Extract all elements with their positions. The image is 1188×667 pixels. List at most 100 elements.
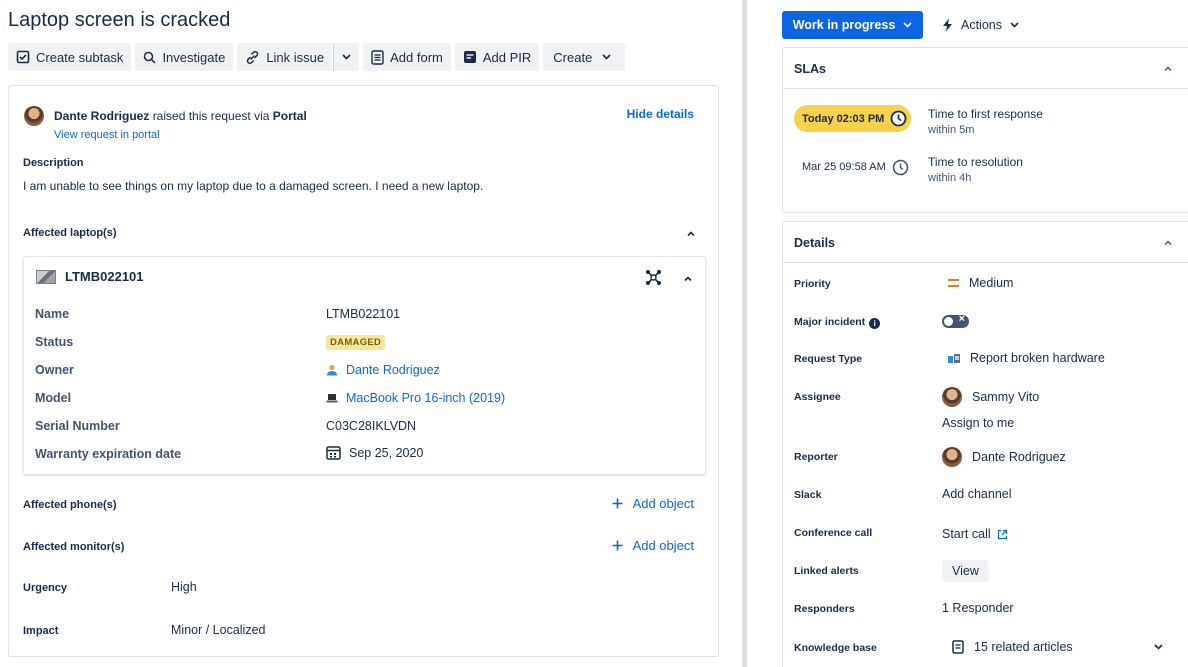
add-monitor-object-button[interactable]: Add object [612, 538, 694, 553]
add-slack-channel-link[interactable]: Add channel [942, 487, 1012, 501]
subtask-icon [16, 50, 30, 64]
reporter-name[interactable]: Dante Rodriguez [54, 109, 149, 123]
start-call-link[interactable]: Start call [942, 527, 1008, 541]
pir-icon [463, 51, 476, 63]
issue-title[interactable]: Laptop screen is cracked [8, 9, 230, 32]
affected-phones-label: Affected phone(s) [23, 499, 117, 511]
actions-button[interactable]: Actions [942, 11, 1019, 39]
add-pir-button[interactable]: Add PIR [454, 43, 540, 71]
add-object-label: Add object [632, 538, 694, 553]
create-label: Create [553, 49, 593, 65]
request-type-value[interactable]: Report broken hardware [948, 351, 1105, 365]
sla-first-response: Time to first response within 5m [928, 106, 1043, 138]
sla-resolution: Time to resolution within 4h [928, 154, 1023, 186]
sla-time-badge: Mar 25 09:58 AM [802, 155, 909, 179]
plus-icon [612, 540, 623, 551]
major-incident-toggle[interactable] [942, 313, 969, 328]
link-issue-button[interactable]: Link issue [237, 43, 333, 71]
attr-value-serial: C03C28IKLVDN [326, 419, 417, 433]
user-icon [327, 364, 337, 376]
status-badge: DAMAGED [326, 335, 386, 350]
investigate-label: Investigate [162, 49, 226, 65]
knowledge-base-value[interactable]: 15 related articles [952, 640, 1073, 654]
chevron-up-icon[interactable] [683, 274, 693, 284]
assignee-value[interactable]: Sammy Vito [942, 387, 1039, 407]
major-incident-label: Major incident i [794, 316, 881, 329]
description-label: Description [23, 157, 84, 169]
attr-value-model[interactable]: MacBook Pro 16-inch (2019) [326, 391, 505, 405]
clock-icon [892, 159, 909, 175]
graph-view-icon[interactable] [645, 269, 662, 286]
info-icon[interactable]: i [869, 318, 881, 329]
add-form-label: Add form [390, 49, 443, 65]
chevron-up-icon[interactable] [1163, 238, 1173, 248]
hide-details-link[interactable]: Hide details [627, 107, 694, 121]
avatar [942, 447, 962, 467]
add-form-button[interactable]: Add form [363, 43, 451, 71]
request-details-card: Dante Rodriguez raised this request via … [8, 85, 719, 657]
avatar[interactable] [24, 106, 44, 126]
asset-header[interactable]: LTMB022101 [36, 269, 144, 284]
create-subtask-button[interactable]: Create subtask [8, 43, 132, 71]
add-phone-object-button[interactable]: Add object [612, 496, 694, 511]
chevron-down-icon[interactable] [1154, 644, 1163, 650]
sla-name-text: Time to first response [928, 107, 1043, 121]
impact-value[interactable]: Minor / Localized [171, 623, 266, 637]
warranty-date: Sep 25, 2020 [349, 445, 424, 460]
investigate-button[interactable]: Investigate [135, 43, 234, 71]
chevron-down-icon [342, 54, 351, 60]
divider [783, 88, 1188, 89]
assign-to-me-link[interactable]: Assign to me [942, 416, 1014, 430]
description-text[interactable]: I am unable to see things on my laptop d… [23, 179, 483, 193]
request-type-label: Request Type [794, 353, 863, 365]
add-pir-label: Add PIR [482, 49, 532, 65]
request-type-text: Report broken hardware [970, 351, 1105, 365]
reporter-row: Dante Rodriguez raised this request via … [24, 106, 307, 126]
link-icon [247, 50, 259, 64]
pane-resize-divider[interactable] [742, 0, 747, 667]
chevron-up-icon[interactable] [1163, 64, 1173, 74]
linked-alerts-label: Linked alerts [794, 565, 859, 577]
link-issue-dropdown[interactable] [333, 43, 360, 71]
status-transition-button[interactable]: Work in progress [782, 11, 923, 39]
priority-value[interactable]: Medium [948, 276, 1013, 290]
conference-call-label: Conference call [794, 527, 873, 539]
reporter-value[interactable]: Dante Rodriguez [942, 447, 1066, 467]
owner-link[interactable]: Dante Rodriguez [346, 363, 440, 377]
view-in-portal-link[interactable]: View request in portal [54, 129, 160, 141]
external-link-icon [997, 529, 1007, 539]
chevron-down-icon [1010, 22, 1019, 28]
urgency-value[interactable]: High [171, 580, 197, 594]
attr-value-owner[interactable]: Dante Rodriguez [326, 363, 440, 377]
view-alerts-button[interactable]: View [942, 560, 989, 582]
priority-text: Medium [969, 276, 1014, 290]
responders-label: Responders [794, 603, 855, 615]
chevron-up-icon[interactable] [686, 229, 696, 239]
status-label: Work in progress [792, 18, 896, 32]
details-title[interactable]: Details [794, 236, 835, 250]
attr-label-status: Status [35, 335, 74, 349]
raised-text: raised this request via [152, 109, 270, 123]
divider [783, 262, 1188, 263]
sla-time: Today 02:03 PM [802, 112, 885, 125]
actions-label: Actions [961, 18, 1002, 32]
slack-label: Slack [794, 489, 822, 501]
model-link[interactable]: MacBook Pro 16-inch (2019) [346, 391, 505, 405]
channel-name: Portal [272, 109, 307, 123]
attr-label-model: Model [35, 391, 72, 405]
knowledge-base-label: Knowledge base [794, 642, 877, 654]
asset-id: LTMB022101 [65, 269, 144, 284]
asset-card: LTMB022101 Name LTMB022101 Status DAMAGE… [23, 256, 706, 475]
sla-time: Mar 25 09:58 AM [802, 161, 886, 173]
reporter-label: Reporter [794, 451, 838, 463]
assignee-name: Sammy Vito [972, 390, 1040, 404]
issue-sidebar: Work in progress Actions SLAs Today 02:0… [782, 0, 1188, 667]
article-icon [952, 640, 964, 654]
link-issue-label: Link issue [266, 49, 325, 65]
urgency-label: Urgency [23, 582, 68, 594]
slas-title[interactable]: SLAs [794, 62, 826, 76]
responders-value[interactable]: 1 Responder [942, 601, 1014, 615]
create-dropdown-button[interactable]: Create [543, 43, 626, 71]
laptop-icon [326, 394, 338, 403]
start-call-text: Start call [942, 527, 991, 541]
